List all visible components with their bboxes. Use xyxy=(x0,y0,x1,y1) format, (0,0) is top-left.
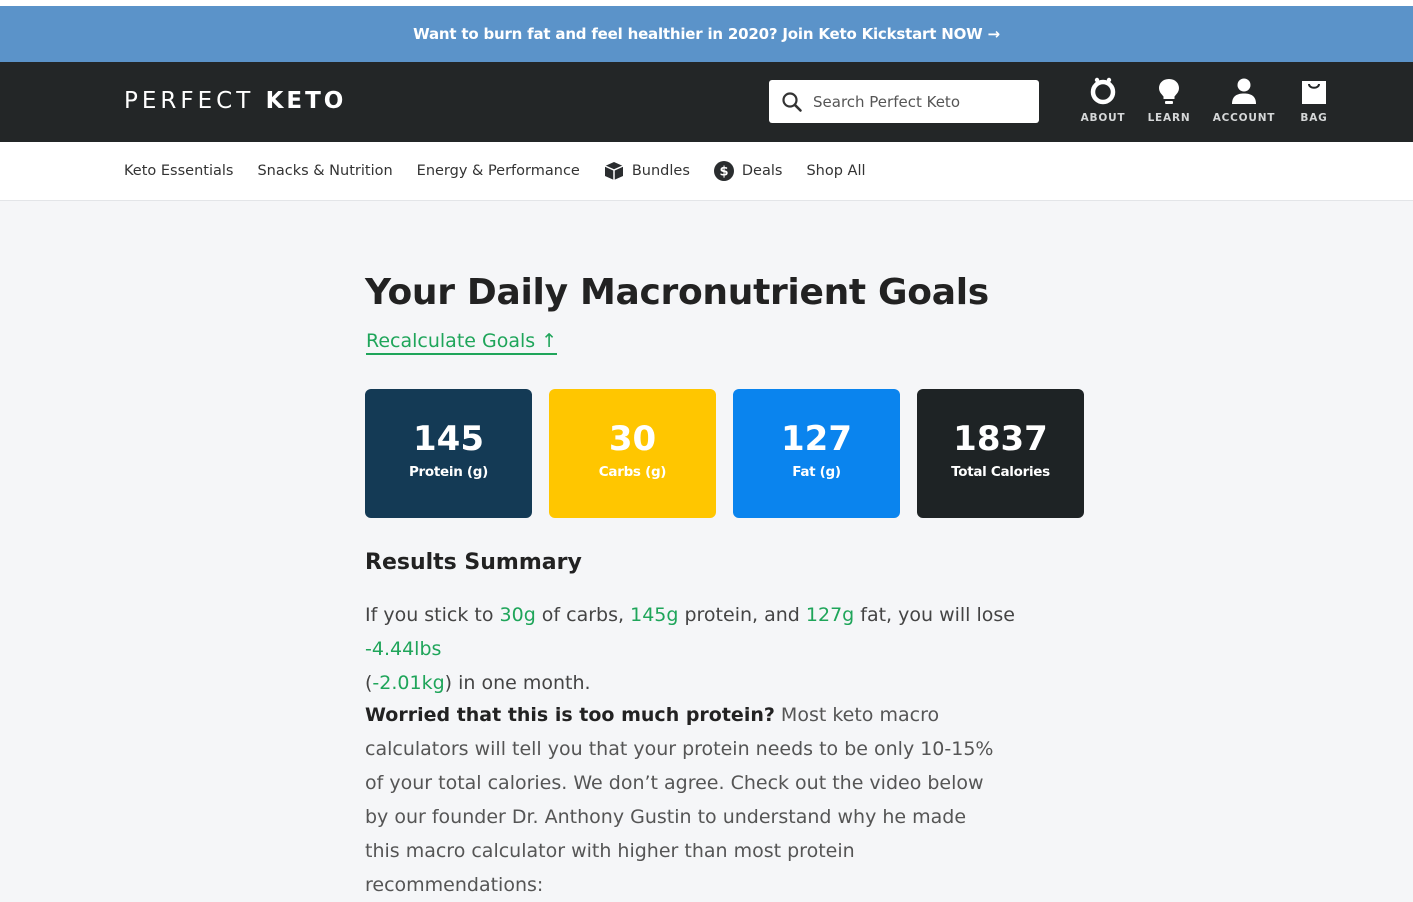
site-header: PERFECT KETO ABOUT LEARN ACCOUNT xyxy=(0,62,1413,142)
protein-question: Worried that this is too much protein? xyxy=(365,704,775,726)
logo-light: PERFECT xyxy=(124,88,255,114)
logo-bold: KETO xyxy=(265,88,347,114)
macro-value: 1837 xyxy=(953,419,1048,459)
bag-icon xyxy=(1302,81,1326,104)
summary-lbs: -4.44lbs xyxy=(365,638,442,660)
nav-learn-label: LEARN xyxy=(1147,112,1191,124)
protein-explanation: Worried that this is too much protein? M… xyxy=(365,698,1005,902)
page-title: Your Daily Macronutrient Goals xyxy=(365,272,989,313)
nav-bag[interactable]: BAG xyxy=(1279,76,1349,124)
nav-about-label: ABOUT xyxy=(1080,112,1126,124)
summary-carbs: 30g xyxy=(499,604,536,626)
nav-shop-all[interactable]: Shop All xyxy=(806,163,865,179)
nav-energy-performance[interactable]: Energy & Performance xyxy=(417,163,580,179)
nav-account-label: ACCOUNT xyxy=(1212,112,1276,124)
svg-text:$: $ xyxy=(719,165,728,180)
macro-value: 30 xyxy=(608,419,657,459)
category-nav: Keto Essentials Snacks & Nutrition Energ… xyxy=(0,142,1413,201)
nav-deals-label: Deals xyxy=(741,163,783,179)
summary-kg: -2.01kg xyxy=(372,672,445,694)
nav-shop-all-label: Shop All xyxy=(806,163,866,179)
macro-card-protein: 145 Protein (g) xyxy=(365,389,532,518)
nav-energy-performance-label: Energy & Performance xyxy=(416,163,580,179)
promo-banner[interactable]: Want to burn fat and feel healthier in 2… xyxy=(0,6,1413,62)
results-summary-heading: Results Summary xyxy=(365,550,582,575)
macro-card-fat: 127 Fat (g) xyxy=(733,389,900,518)
recalculate-goals-link[interactable]: Recalculate Goals ↑ xyxy=(366,330,558,355)
search-icon xyxy=(782,91,802,112)
nav-account[interactable]: ACCOUNT xyxy=(1209,76,1279,124)
macro-label: Total Calories xyxy=(951,464,1050,480)
nav-snacks-nutrition-label: Snacks & Nutrition xyxy=(257,163,393,179)
nav-snacks-nutrition[interactable]: Snacks & Nutrition xyxy=(257,163,392,179)
macro-card-calories: 1837 Total Calories xyxy=(917,389,1084,518)
summary-text: protein, and xyxy=(678,604,806,626)
nav-about[interactable]: ABOUT xyxy=(1068,76,1138,124)
protein-explanation-text: Most keto macro calculators will tell yo… xyxy=(365,704,994,896)
promo-text[interactable]: Want to burn fat and feel healthier in 2… xyxy=(413,25,1000,43)
summary-text: ) in one month. xyxy=(444,672,591,694)
logo[interactable]: PERFECT KETO xyxy=(124,88,346,114)
macro-value: 145 xyxy=(413,419,484,459)
summary-text: If you stick to xyxy=(365,604,500,626)
nav-keto-essentials[interactable]: Keto Essentials xyxy=(124,163,233,179)
user-icon xyxy=(1232,78,1256,104)
lightbulb-icon xyxy=(1159,79,1179,104)
summary-fat: 127g xyxy=(805,604,855,626)
nav-deals[interactable]: $ Deals xyxy=(713,161,783,181)
nav-bag-label: BAG xyxy=(1300,112,1328,124)
nav-keto-essentials-label: Keto Essentials xyxy=(124,163,234,179)
macro-label: Fat (g) xyxy=(792,464,841,480)
search-box[interactable] xyxy=(769,80,1039,123)
summary-text: of carbs, xyxy=(535,604,631,626)
nav-bundles[interactable]: Bundles xyxy=(604,161,690,181)
summary-text: fat, you will lose xyxy=(854,604,1015,626)
search-input[interactable] xyxy=(811,91,1035,112)
macro-label: Protein (g) xyxy=(408,464,489,480)
box-icon xyxy=(604,162,624,180)
about-icon xyxy=(1090,77,1116,105)
nav-learn[interactable]: LEARN xyxy=(1134,76,1204,124)
nav-bundles-label: Bundles xyxy=(631,163,690,179)
macro-value: 127 xyxy=(781,419,852,459)
results-summary-text: If you stick to 30g of carbs, 145g prote… xyxy=(365,598,1065,700)
dollar-icon: $ xyxy=(713,161,734,181)
macro-label: Carbs (g) xyxy=(598,464,667,480)
summary-protein: 145g xyxy=(630,604,679,626)
macro-card-carbs: 30 Carbs (g) xyxy=(549,389,716,518)
